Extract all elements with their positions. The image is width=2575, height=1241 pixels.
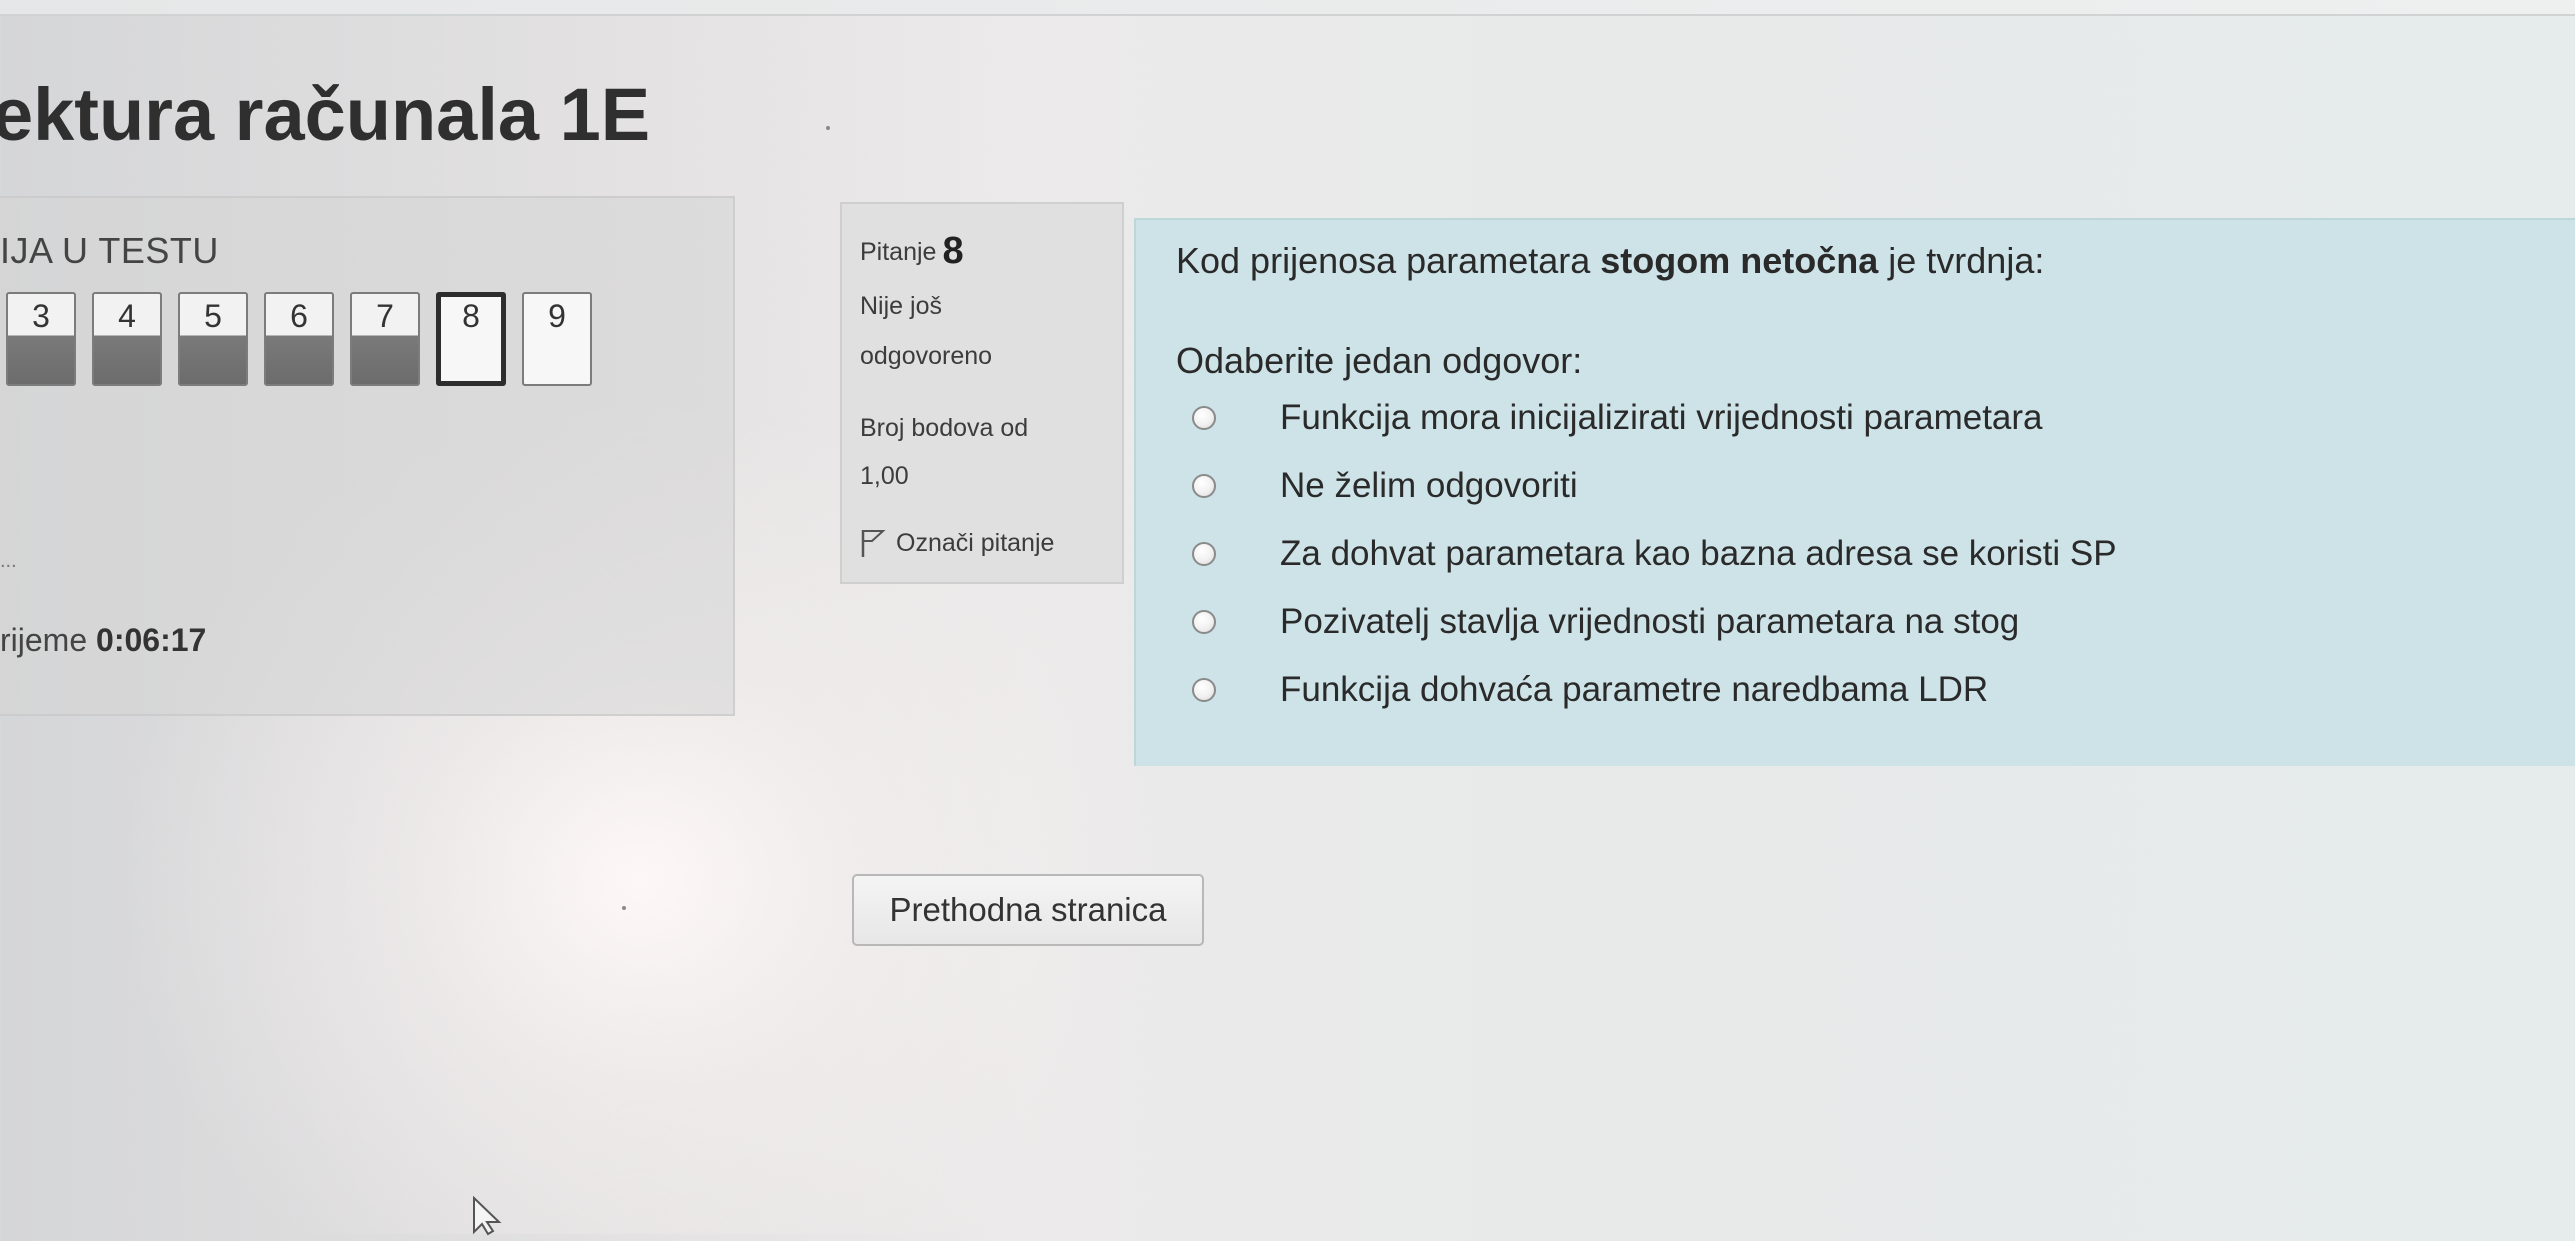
- question-nav-label: 9: [548, 298, 566, 334]
- timer-value: 0:06:17: [96, 622, 207, 658]
- answer-label: Ne želim odgovoriti: [1280, 466, 1578, 505]
- question-nav-label: 7: [376, 298, 394, 334]
- browser-top-edge: [0, 0, 2575, 16]
- answer-label: Funkcija mora inicijalizirati vrijednost…: [1280, 398, 2043, 437]
- answer-option-3[interactable]: Za dohvat parametara kao bazna adresa se…: [1192, 534, 2117, 574]
- radio-button[interactable]: [1192, 678, 1216, 702]
- question-nav-label: 3: [32, 298, 50, 334]
- question-state-line2: odgovoreno: [860, 342, 993, 370]
- answer-option-5[interactable]: Funkcija dohvaća parametre naredbama LDR: [1192, 670, 1988, 710]
- radio-button[interactable]: [1192, 474, 1216, 498]
- question-nav-button-7[interactable]: 7: [350, 292, 420, 386]
- course-title: ektura računala 1E: [0, 73, 651, 156]
- timer-label: rijeme: [0, 622, 88, 658]
- question-state-line1: Nije još: [860, 292, 942, 320]
- question-label: Pitanje: [860, 238, 937, 266]
- answer-label: Funkcija dohvaća parametre naredbama LDR: [1280, 670, 1989, 709]
- question-text-start: Kod prijenosa parametara: [1176, 240, 1601, 281]
- radio-button[interactable]: [1192, 406, 1216, 430]
- question-content: Kod prijenosa parametara stogom netočna …: [1134, 218, 2575, 766]
- question-nav-label: 4: [118, 298, 136, 334]
- answer-option-1[interactable]: Funkcija mora inicijalizirati vrijednost…: [1192, 398, 2043, 438]
- radio-button[interactable]: [1192, 610, 1216, 634]
- question-info-box: Pitanje 8 Nije još odgovoreno Broj bodova…: [840, 202, 1124, 584]
- flag-question-label: Označi pitanje: [896, 528, 1055, 557]
- question-nav-button-3[interactable]: 3: [6, 292, 76, 386]
- answer-label: Pozivatelj stavlja vrijednosti parametar…: [1280, 602, 2020, 641]
- question-nav-button-8-current[interactable]: 8: [436, 292, 506, 386]
- ellipsis-text: ...: [0, 550, 17, 572]
- answer-option-4[interactable]: Pozivatelj stavlja vrijednosti parametar…: [1192, 602, 2019, 642]
- question-text-end: je tvrdnja:: [1878, 240, 2045, 281]
- question-nav-label: 8: [462, 298, 480, 334]
- radio-button[interactable]: [1192, 542, 1216, 566]
- question-mark-line2: 1,00: [860, 462, 909, 490]
- question-text-bold: stogom netočna: [1600, 240, 1879, 281]
- answer-label: Za dohvat parametara kao bazna adresa se…: [1280, 534, 2117, 573]
- quiz-navigation-heading: IJA U TESTU: [0, 230, 219, 271]
- flag-question-link[interactable]: Označi pitanje: [860, 528, 1054, 558]
- previous-page-button[interactable]: Prethodna stranica: [852, 874, 1204, 946]
- question-nav-button-4[interactable]: 4: [92, 292, 162, 386]
- quiz-timer: rijeme 0:06:17: [0, 622, 206, 659]
- question-nav-label: 5: [204, 298, 222, 334]
- question-number: Pitanje 8: [860, 230, 964, 273]
- question-nav-label: 6: [290, 298, 308, 334]
- question-navigation-buttons: 3 4 5 6 7 8 9: [6, 292, 592, 386]
- answer-option-2[interactable]: Ne želim odgovoriti: [1192, 466, 1578, 506]
- question-nav-button-6[interactable]: 6: [264, 292, 334, 386]
- question-number-value: 8: [942, 230, 964, 272]
- screen-speck: [826, 126, 830, 130]
- quiz-navigation-block: IJA U TESTU 3 4 5 6 7 8 9 ... rijeme 0:0…: [0, 196, 735, 716]
- answer-prompt: Odaberite jedan odgovor:: [1176, 340, 1583, 381]
- flag-icon: [860, 528, 886, 558]
- mouse-cursor-icon: [472, 1195, 506, 1236]
- question-text: Kod prijenosa parametara stogom netočna …: [1176, 240, 2044, 282]
- screen-speck: [622, 906, 626, 910]
- question-nav-button-5[interactable]: 5: [178, 292, 248, 386]
- question-nav-button-9[interactable]: 9: [522, 292, 592, 386]
- question-mark-line1: Broj bodova od: [860, 414, 1029, 442]
